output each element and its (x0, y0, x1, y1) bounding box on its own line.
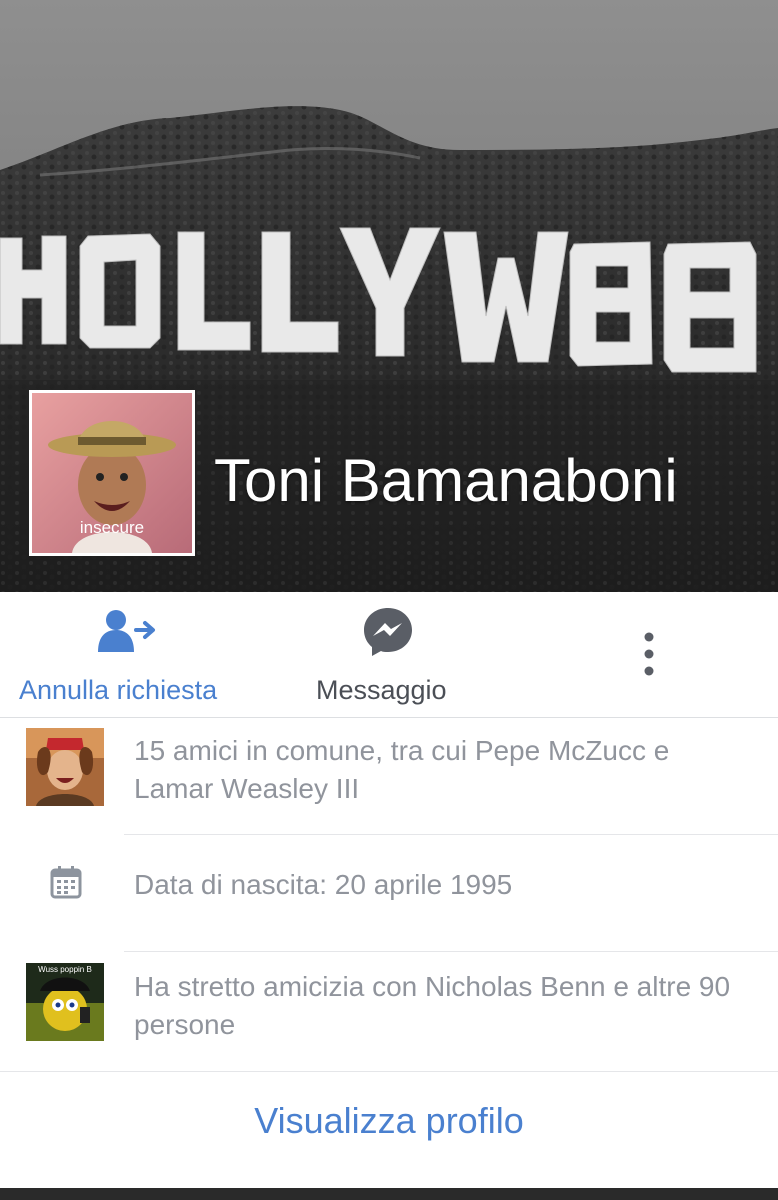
profile-name[interactable]: Toni Bamanaboni (214, 446, 678, 515)
view-profile-link[interactable]: Visualizza profilo (0, 1100, 778, 1142)
profile-preview-card: insecure Toni Bamanaboni Annulla richies… (0, 0, 778, 1188)
message-label: Messaggio (316, 675, 447, 705)
more-vertical-icon (642, 632, 656, 681)
message-button[interactable]: Messaggio (280, 592, 500, 717)
avatar-image: insecure (32, 393, 192, 553)
friend-thumbnail: Wuss poppin B (26, 963, 104, 1041)
messenger-icon (362, 606, 414, 663)
avatar-caption: insecure (80, 518, 144, 537)
birthday-text: Data di nascita: 20 aprile 1995 (134, 869, 513, 900)
friendship-text: Ha stretto amicizia con Nicholas Benn e … (134, 971, 731, 1040)
calendar-icon (50, 865, 82, 904)
friend-thumbnail-caption: Wuss poppin B (38, 965, 92, 974)
more-options-button[interactable] (610, 592, 690, 717)
mutual-friends-row[interactable]: 15 amici in comune, tra cui Pepe McZucc … (0, 718, 778, 834)
action-bar: Annulla richiesta Messaggio (0, 592, 778, 718)
mutual-friend-thumbnail (26, 728, 104, 806)
birthday-row: Data di nascita: 20 aprile 1995 (0, 835, 778, 951)
friendship-row[interactable]: Wuss poppin B Ha stretto amicizia con Ni… (0, 952, 778, 1070)
mutual-friends-text: 15 amici in comune, tra cui Pepe McZucc … (134, 735, 670, 804)
cover-photo[interactable]: insecure Toni Bamanaboni (0, 0, 778, 592)
divider (0, 1071, 778, 1072)
cancel-request-label: Annulla richiesta (19, 675, 218, 705)
user-cancel-request-icon (96, 608, 160, 659)
cancel-request-button[interactable]: Annulla richiesta (0, 592, 260, 717)
profile-picture[interactable]: insecure (29, 390, 195, 556)
